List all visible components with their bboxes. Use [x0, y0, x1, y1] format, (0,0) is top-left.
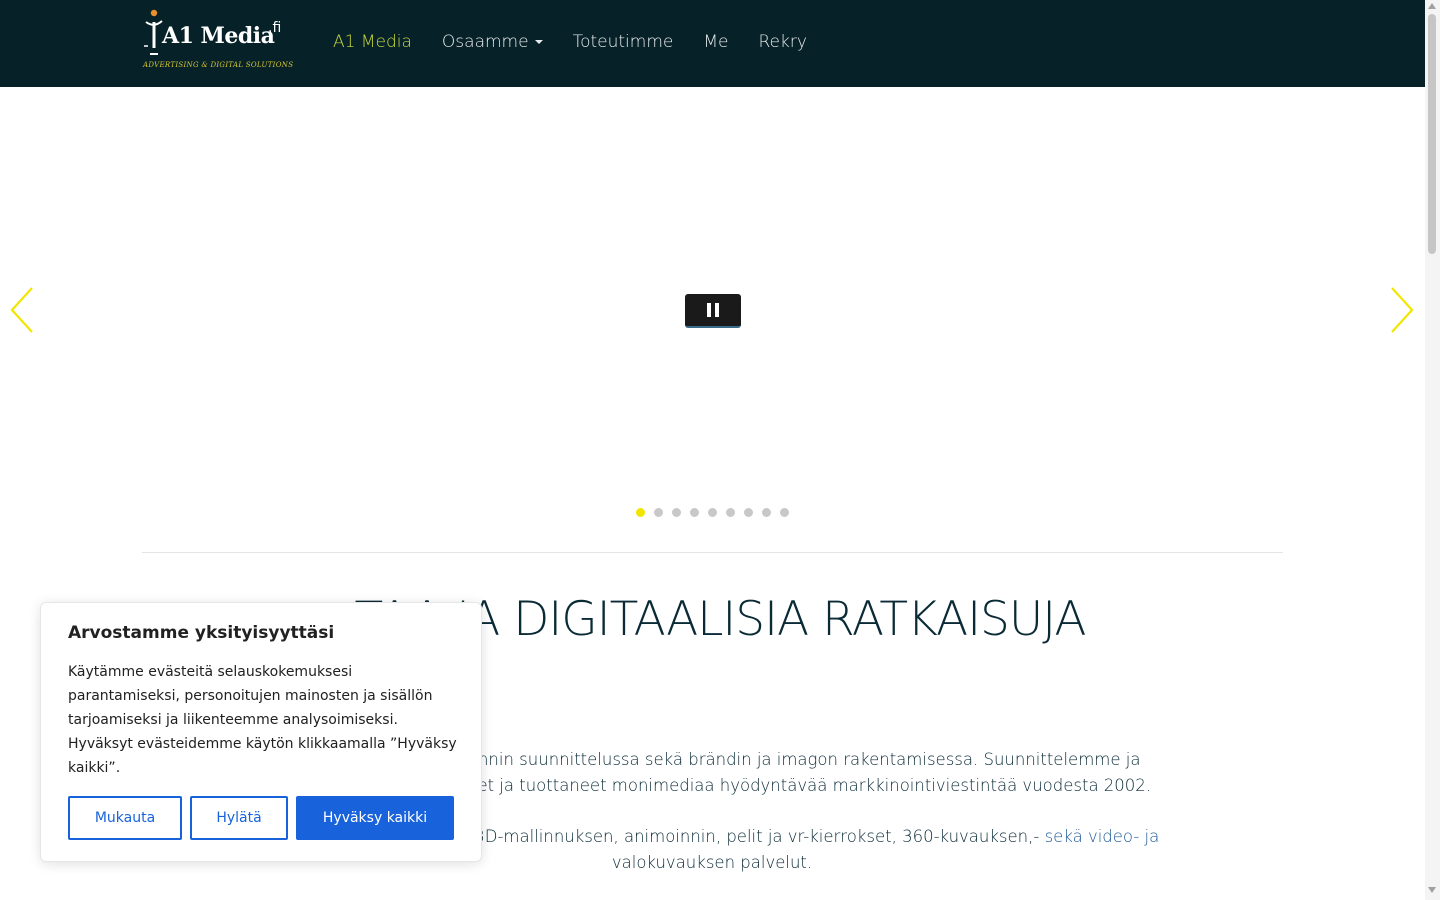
cookie-title: Arvostamme yksityisyyttäsi — [68, 623, 335, 643]
slider-dot-8[interactable] — [762, 508, 771, 517]
logo-tagline: ADVERTISING & DIGITAL SOLUTIONS — [143, 61, 294, 69]
slider-prev-button[interactable] — [8, 286, 38, 336]
cookie-reject-button[interactable]: Hylätä — [190, 796, 288, 840]
nav-item-osaamme[interactable]: Osaamme — [427, 32, 558, 52]
slider-dot-4[interactable] — [690, 508, 699, 517]
slider-dot-7[interactable] — [744, 508, 753, 517]
page-scrollbar[interactable] — [1425, 0, 1440, 900]
cookie-text: Käytämme evästeitä selauskokemuksesi par… — [68, 664, 457, 776]
slider-dot-3[interactable] — [672, 508, 681, 517]
nav-item-a1-media[interactable]: A1 Media — [318, 32, 427, 52]
pause-icon — [707, 303, 711, 317]
nav-item-osaamme-label: Osaamme — [441, 32, 529, 52]
slider-dot-1[interactable] — [636, 508, 645, 517]
scroll-up-arrow-icon[interactable] — [1428, 3, 1436, 9]
chevron-left-icon — [10, 287, 33, 333]
logo-tld-text: .fi — [268, 20, 282, 36]
top-navbar: A1 Media .fi ADVERTISING & DIGITAL SOLUT… — [0, 0, 1425, 87]
chevron-right-icon — [1391, 287, 1414, 333]
cookie-customize-button[interactable]: Mukauta — [68, 796, 182, 840]
nav-item-toteutimme[interactable]: Toteutimme — [558, 32, 689, 52]
slider-pause-button[interactable] — [685, 294, 741, 328]
cookie-consent-banner: Arvostamme yksityisyyttäsi Käytämme eväs… — [40, 602, 482, 862]
main-nav: A1 Media Osaamme Toteutimme Me Rekry — [318, 32, 822, 52]
scrollbar-thumb[interactable] — [1428, 14, 1436, 254]
nav-item-me[interactable]: Me — [688, 32, 743, 52]
section-divider — [142, 552, 1283, 553]
services-line-2: valokuvauksen palvelut. — [611, 853, 813, 872]
site-logo[interactable]: A1 Media .fi ADVERTISING & DIGITAL SOLUT… — [142, 8, 294, 74]
nav-item-rekry[interactable]: Rekry — [743, 32, 821, 52]
cookie-accept-all-button[interactable]: Hyväksy kaikki — [296, 796, 454, 840]
slider-dot-2[interactable] — [654, 508, 663, 517]
logo-brand-text: A1 Media — [162, 23, 275, 49]
pause-icon-bar — [715, 303, 719, 317]
slider-dot-5[interactable] — [708, 508, 717, 517]
slider-pagination — [636, 508, 798, 517]
caret-down-icon — [534, 40, 543, 44]
scroll-down-arrow-icon[interactable] — [1428, 887, 1436, 893]
slider-next-button[interactable] — [1388, 286, 1418, 336]
services-link-video[interactable]: sekä video- ja — [1045, 827, 1160, 846]
slider-dot-9[interactable] — [780, 508, 789, 517]
slider-dot-6[interactable] — [726, 508, 735, 517]
